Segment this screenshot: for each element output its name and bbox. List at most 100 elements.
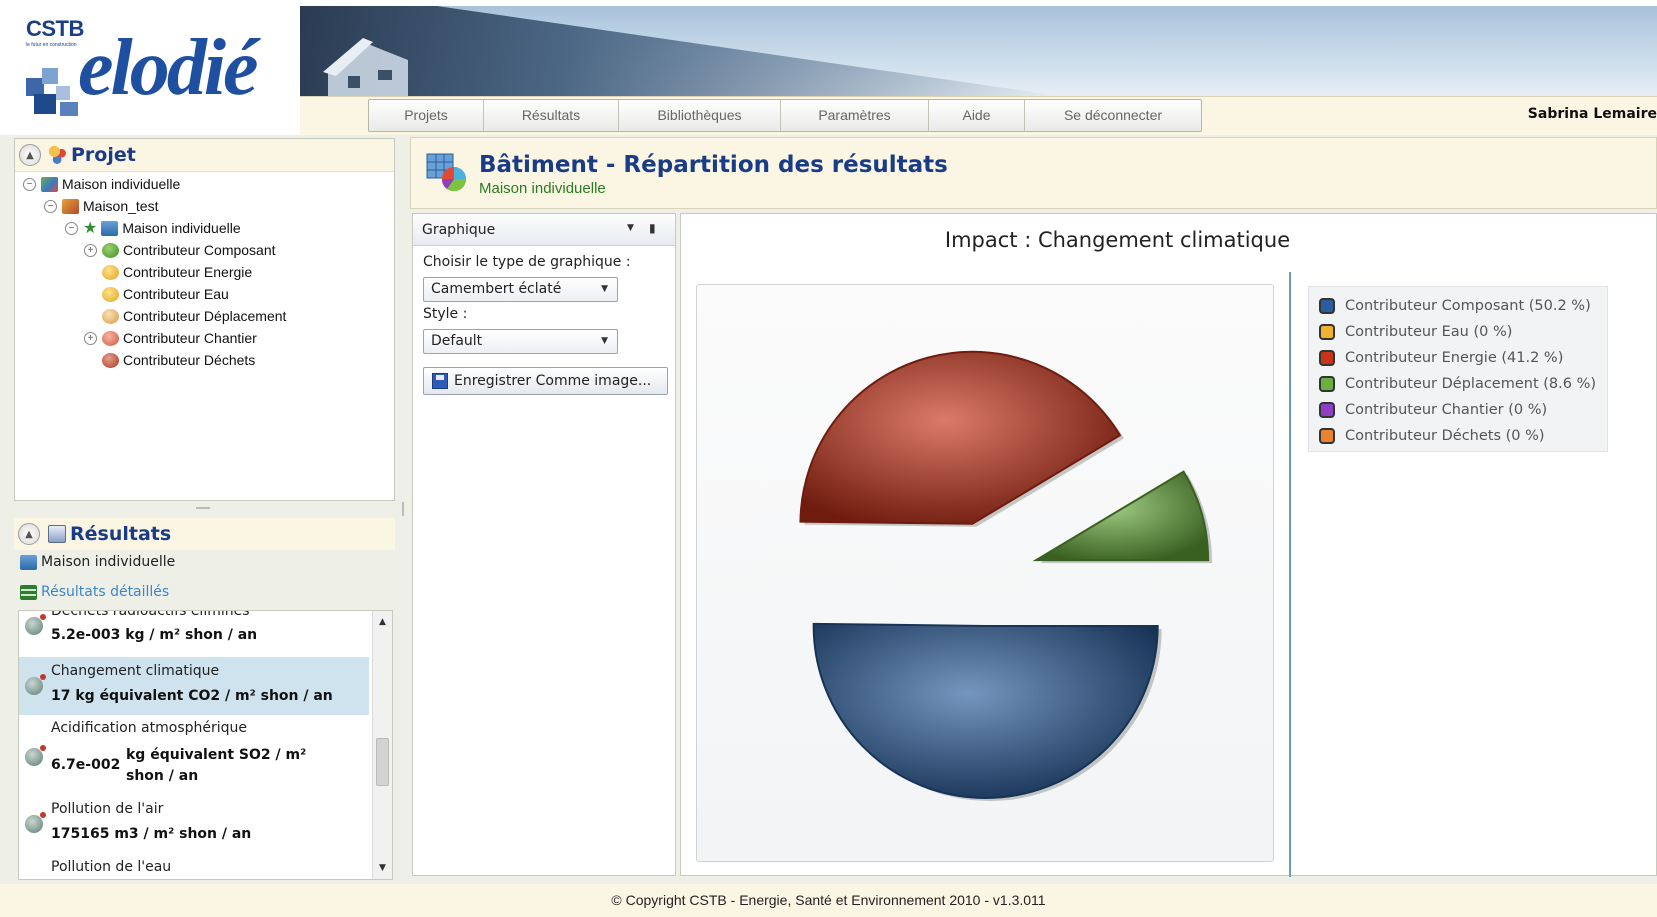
contributor-dechets-icon [102,352,119,368]
tree-node-maison-test[interactable]: − Maison_test [44,196,158,216]
project-panel-header: ▲ Projet [15,139,394,171]
chart-type-select[interactable]: Camembert éclaté ▼ [423,277,618,302]
list-item[interactable]: Acidification atmosphérique 6.7e-002 kg … [19,715,369,795]
result-name: Changement climatique [51,663,220,679]
tree-node-contributeur-deplacement[interactable]: Contributeur Déplacement [102,306,286,326]
chart-type-label: Choisir le type de graphique : [423,254,631,270]
legend-item: Contributeur Energie (41.2 %) [1319,347,1563,369]
contributor-deplacement-icon [102,308,119,324]
tree-label: Contributeur Composant [123,242,276,258]
tree-label: Maison_test [83,198,159,214]
result-value: 5.2e-003 kg / m² shon / an [51,627,258,643]
result-value-unit: kg équivalent SO2 / m² [126,747,307,763]
style-select[interactable]: Default ▼ [423,329,618,354]
list-item[interactable]: Pollution de l'eau [19,853,369,879]
impact-icon [25,614,46,635]
nav-aide[interactable]: Aide [929,100,1025,131]
graph-panel-title: Graphique [422,222,496,238]
legend-item: Contributeur Chantier (0 %) [1319,399,1547,421]
graph-options-panel: Graphique ▼ ▮ Choisir le type de graphiq… [412,213,676,876]
top-navigation: Projets Résultats Bibliothèques Paramètr… [368,99,1202,132]
collapse-toggle-icon[interactable]: − [65,221,78,235]
scrollbar-thumb[interactable] [376,738,389,786]
tree-node-contributeur-composant[interactable]: + Contributeur Composant [84,240,276,260]
collapse-toggle-icon[interactable]: − [44,199,57,213]
scroll-up-icon[interactable]: ▲ [373,613,392,631]
legend-swatch [1319,298,1335,314]
legend-label: Contributeur Déplacement (8.6 %) [1345,376,1597,392]
style-value: Default [431,333,483,349]
list-item[interactable]: Déchets radioactifs éliminés 5.2e-003 kg… [19,611,369,657]
result-name: Pollution de l'eau [51,859,172,875]
tree-node-contributeur-eau[interactable]: Contributeur Eau [102,284,229,304]
tree-node-contributeur-energie[interactable]: Contributeur Energie [102,262,252,282]
nav-parametres[interactable]: Paramètres [781,100,929,131]
chevron-down-icon: ▼ [601,336,608,346]
tree-node-contributeur-dechets[interactable]: Contributeur Déchets [102,350,255,370]
results-icon [48,525,66,543]
impact-icon [25,812,46,833]
legend-item: Contributeur Déplacement (8.6 %) [1319,373,1596,395]
tree-label: Contributeur Eau [123,286,229,302]
detailed-results-label: Résultats détaillés [41,584,170,600]
footer-copyright: © Copyright CSTB - Energie, Santé et Env… [0,884,1657,917]
result-name: Pollution de l'air [51,801,164,817]
chart-area: Impact : Changement climatique Contribut… [680,213,1657,877]
result-value: 17 kg équivalent CO2 / m² shon / an [51,688,333,704]
legend-item: Contributeur Déchets (0 %) [1319,425,1545,447]
chart-legend: Contributeur Composant (50.2 %) Contribut… [1308,286,1608,452]
contributor-energie-icon [102,264,119,280]
logo-wordmark: elodié [78,24,258,112]
legend-swatch [1319,428,1335,444]
collapse-results-button[interactable]: ▲ [18,523,40,545]
collapse-project-button[interactable]: ▲ [19,144,41,166]
result-value: 175165 m3 / m² shon / an [51,826,252,842]
chart-title: Impact : Changement climatique [944,228,1291,252]
list-item[interactable]: Pollution de l'air 175165 m3 / m² shon /… [19,795,369,853]
results-panel-header: ▲ Résultats [14,518,395,550]
result-value-unit: shon / an [126,768,199,784]
collapse-toggle-icon[interactable]: − [23,177,36,191]
pie-slice-contributeur-d-placement[interactable] [1032,470,1210,562]
nav-resultats[interactable]: Résultats [484,100,619,131]
save-as-image-button[interactable]: Enregistrer Comme image... [423,367,668,395]
building-chart-icon [426,153,467,192]
plot-area [696,284,1274,862]
horizontal-splitter-handle[interactable] [196,507,210,509]
vertical-splitter-handle[interactable] [402,502,404,516]
tree-label: Contributeur Energie [123,264,253,280]
impact-icon [25,745,46,766]
legend-swatch [1319,376,1335,392]
project-panel: ▲ Projet − Maison individuelle − Maison_… [14,138,395,501]
impact-icon [25,674,46,695]
project-root-icon [41,176,58,192]
house-illustration [323,38,408,96]
legend-label: Contributeur Composant (50.2 %) [1345,298,1591,314]
results-list[interactable]: Déchets radioactifs éliminés 5.2e-003 kg… [18,610,393,880]
pie-slice-contributeur-energie[interactable] [799,350,1122,525]
nav-bibliotheques[interactable]: Bibliothèques [619,100,781,131]
tree-label: Contributeur Déchets [123,352,256,368]
nav-se-deconnecter[interactable]: Se déconnecter [1025,100,1201,131]
star-icon: ★ [83,220,98,237]
result-value-number: 6.7e-002 [51,757,121,773]
tree-node-maison-individuelle-zone[interactable]: − ★ Maison individuelle [65,218,241,238]
scroll-down-icon[interactable]: ▼ [373,859,392,877]
tree-node-maison-individuelle[interactable]: − Maison individuelle [23,174,180,194]
tree-label: Contributeur Chantier [123,330,257,346]
contributor-composant-icon [102,242,119,258]
nav-projets[interactable]: Projets [369,100,484,131]
exploded-pie-chart[interactable] [697,285,1275,863]
list-item-selected[interactable]: Changement climatique 17 kg équivalent C… [19,657,369,715]
expand-toggle-icon[interactable]: + [84,243,97,257]
detailed-results-link[interactable]: Résultats détaillés [20,584,169,600]
logo-tagline: le futur en construction [26,42,77,48]
results-scrollbar[interactable]: ▲ ▼ [372,611,392,879]
pie-slice-contributeur-composant[interactable] [812,622,1159,800]
expand-toggle-icon[interactable]: + [84,331,97,345]
tree-node-contributeur-chantier[interactable]: + Contributeur Chantier [84,328,257,348]
main-header: Bâtiment - Répartition des résultats Mai… [410,137,1657,209]
results-scope-label: Maison individuelle [41,554,176,570]
page-title: Bâtiment - Répartition des résultats [479,152,948,178]
table-icon [20,584,37,600]
